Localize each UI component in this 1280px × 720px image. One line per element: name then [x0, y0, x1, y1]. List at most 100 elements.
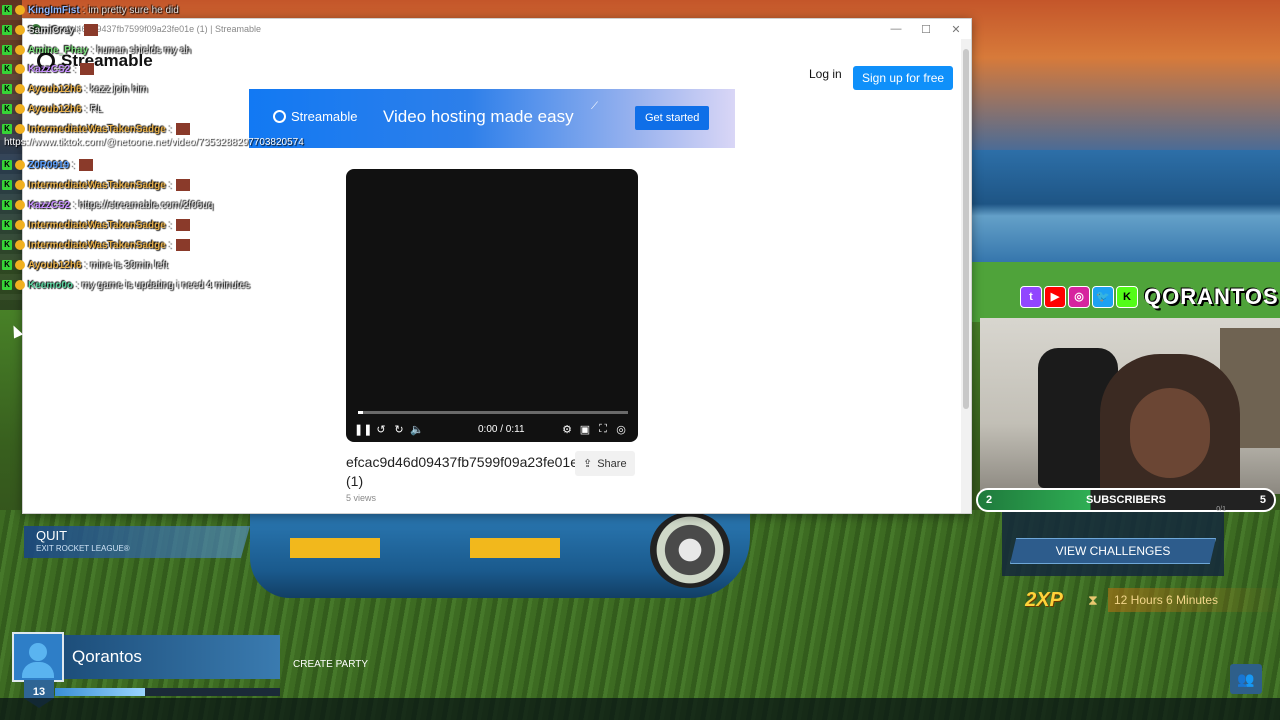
car-light	[290, 538, 380, 558]
kick-badge-icon: K	[2, 220, 12, 230]
view-count: 5 views	[346, 493, 377, 503]
minimize-button[interactable]: —	[881, 23, 911, 36]
video-player[interactable]: ❚❚ ↺ ↻ 🔈 0:00 / 0:11 ⚙ ▣ ⛶ ◎	[346, 169, 638, 442]
chat-text: : RL	[84, 103, 103, 115]
sparkle-icon: ⟋	[591, 101, 598, 112]
settings-icon[interactable]: ⚙	[558, 423, 576, 436]
login-link[interactable]: Log in	[809, 67, 842, 81]
chat-text: :	[168, 239, 172, 251]
chat-message: K IntermediateWasTakenSadge:	[2, 121, 190, 137]
chat-message: K IntermediateWasTakenSadge:	[2, 237, 190, 253]
forward-icon[interactable]: ↻	[390, 423, 408, 436]
emote-icon	[78, 159, 93, 171]
video-title: efcac9d46d09437fb7599f09a23fe01e (1)	[346, 454, 578, 489]
sub-badge-icon	[15, 240, 25, 250]
kick-badge-icon: K	[2, 260, 12, 270]
chat-message: K Keemo0o: my game is updating i need 4 m…	[2, 277, 250, 293]
xp-bar-fill	[55, 688, 145, 696]
player-profile[interactable]: Qorantos	[12, 632, 280, 682]
kick-badge-icon: K	[2, 240, 12, 250]
xp-boost: 2XP ⧗ 12 Hours 6 Minutes	[1000, 582, 1280, 618]
rewind-icon[interactable]: ↺	[372, 423, 390, 436]
xp-bar	[55, 688, 280, 696]
sub-badge-icon	[15, 84, 25, 94]
chat-text: : kazz join him	[84, 83, 148, 95]
chat-message: K Ayoub12h6: RL	[2, 101, 103, 117]
streamer-brand: QORANTOS	[1144, 284, 1279, 309]
chat-username: Ayoub12h6	[28, 103, 82, 115]
scrollbar-thumb[interactable]	[963, 49, 969, 409]
pause-icon[interactable]: ❚❚	[354, 423, 372, 436]
kick-badge-icon: K	[2, 84, 12, 94]
party-icon[interactable]: 👥	[1230, 664, 1262, 694]
kick-badge-icon: K	[2, 25, 12, 35]
progress-bar[interactable]	[358, 411, 628, 414]
view-challenges-button[interactable]: VIEW CHALLENGES	[1010, 538, 1216, 564]
chat-username: Ayoub12h6	[28, 259, 82, 271]
kick-badge-icon: K	[2, 104, 12, 114]
chat-username: Keemo0o	[28, 279, 74, 291]
chat-message: K KazzCS2:	[2, 61, 95, 77]
maximize-button[interactable]: ☐	[911, 23, 941, 36]
scrollbar[interactable]	[961, 39, 971, 513]
ad-banner[interactable]: Streamable Video hosting made easy ⟋ Get…	[249, 89, 735, 148]
bottom-bar	[0, 698, 1280, 720]
streamable-icon[interactable]: ◎	[612, 423, 630, 436]
twitter-icon: 🐦	[1092, 286, 1114, 308]
avatar	[12, 632, 64, 682]
arena-wall	[972, 150, 1280, 270]
chat-url: https://www.tiktok.com/@netoone.net/vide…	[4, 137, 304, 148]
chat-text: : my game is updating i need 4 minutes	[76, 279, 250, 291]
kick-badge-icon: K	[2, 280, 12, 290]
sub-badge-icon	[15, 25, 25, 35]
kick-badge-icon: K	[2, 160, 12, 170]
chat-text: : human shields my ah	[91, 44, 192, 56]
kick-badge-icon: K	[2, 5, 12, 15]
xp-badge: 2XP	[1025, 589, 1063, 611]
sub-badge-icon	[15, 104, 25, 114]
chat-username: IntermediateWasTakenSadge	[28, 123, 166, 135]
xp-timer: 12 Hours 6 Minutes	[1108, 588, 1280, 612]
player-controls: ❚❚ ↺ ↻ 🔈 0:00 / 0:11 ⚙ ▣ ⛶ ◎	[354, 421, 630, 437]
sub-badge-icon	[15, 45, 25, 55]
emote-icon	[175, 239, 190, 251]
chat-message: K KazzCS2: https://streamable.com/2f06uq	[2, 197, 213, 213]
chat-username: KazzCS2	[28, 199, 71, 211]
social-links: t ▶ ◎ 🐦 K QORANTOS	[1020, 282, 1279, 312]
chat-username: IntermediateWasTakenSadge	[28, 239, 166, 251]
fullscreen-icon[interactable]: ⛶	[594, 423, 612, 436]
sub-badge-icon	[15, 220, 25, 230]
quit-button[interactable]: QUIT EXIT ROCKET LEAGUE®	[24, 526, 250, 558]
chat-text: : im pretty sure he did	[82, 4, 179, 16]
chat-message: K SamiCrey:	[2, 22, 98, 38]
avatar-body	[22, 662, 54, 678]
chat-message: K Ayoub12h6: mine is 30min left	[2, 257, 168, 273]
chat-username: KazzCS2	[28, 63, 71, 75]
hourglass-icon: ⧗	[1088, 591, 1098, 608]
emote-icon	[175, 123, 190, 135]
share-label: Share	[597, 457, 627, 470]
chat-text: : https://streamable.com/2f06uq	[73, 199, 214, 211]
close-button[interactable]: ✕	[941, 23, 971, 36]
chat-message: K Z0R0919:	[2, 157, 93, 173]
chat-username: SamiCrey	[28, 24, 75, 36]
pip-icon[interactable]: ▣	[576, 423, 594, 436]
volume-icon[interactable]: 🔈	[408, 423, 426, 436]
chat-username: Ayoub12h6	[28, 83, 82, 95]
chat-text: : mine is 30min left	[84, 259, 168, 271]
title-bar: efcac9d46d09437fb7599f09a23fe01e (1) | S…	[23, 19, 971, 39]
chat-text: :	[73, 63, 77, 75]
sub-badge-icon	[15, 5, 25, 15]
signup-button[interactable]: Sign up for free	[853, 66, 954, 90]
chat-text: :	[168, 123, 172, 135]
emote-icon	[80, 63, 95, 75]
emote-icon	[83, 24, 98, 36]
chat-text: :	[168, 219, 172, 231]
get-started-button[interactable]: Get started	[635, 106, 710, 130]
car-light	[470, 538, 560, 558]
emote-icon	[175, 219, 190, 231]
subs-label: SUBSCRIBERS	[1085, 494, 1167, 506]
create-party-button[interactable]: CREATE PARTY	[293, 659, 368, 670]
sub-badge-icon	[15, 64, 25, 74]
share-button[interactable]: ⇪ Share	[575, 451, 635, 476]
